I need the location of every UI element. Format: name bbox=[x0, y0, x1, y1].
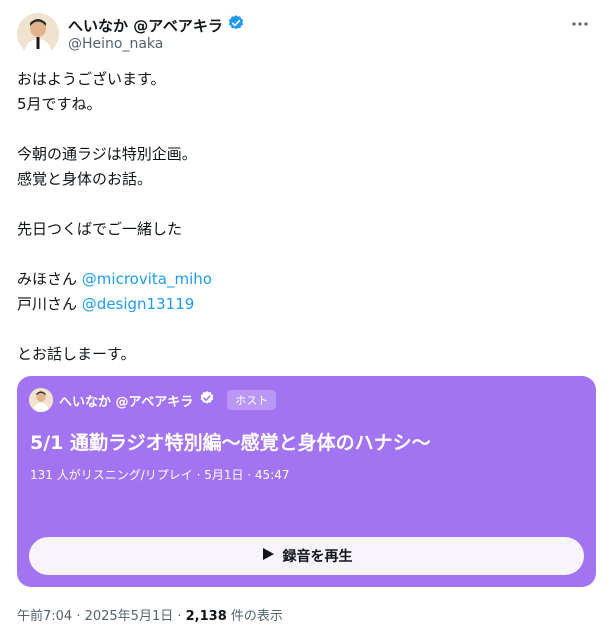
view-count: 2,138 bbox=[185, 609, 227, 624]
mention-link[interactable]: @design13119 bbox=[82, 295, 194, 313]
body-line-blank bbox=[17, 192, 587, 217]
body-line-blank bbox=[17, 117, 587, 142]
author-avatar[interactable] bbox=[17, 13, 59, 55]
space-card[interactable]: へいなか @アベアキラ ホスト 5/1 通勤ラジオ特別編〜感覚と身体のハナシ〜 … bbox=[17, 376, 596, 587]
tweet-timestamp[interactable]: 午前7:04 · 2025年5月1日 · bbox=[17, 609, 186, 624]
play-recording-label: 録音を再生 bbox=[282, 549, 353, 565]
author-handle[interactable]: @Heino_naka bbox=[68, 36, 163, 52]
body-line: とお話しまーす。 bbox=[17, 345, 136, 363]
play-recording-button[interactable]: 録音を再生 bbox=[29, 537, 584, 575]
space-title: 5/1 通勤ラジオ特別編〜感覚と身体のハナシ〜 bbox=[30, 432, 431, 454]
host-name: へいなか @アベアキラ bbox=[59, 394, 194, 410]
body-line-mention: 戸川さん @design13119 bbox=[17, 292, 587, 317]
author-display-name[interactable]: へいなか @アベアキラ bbox=[68, 15, 223, 36]
body-text: みほさん bbox=[17, 270, 78, 288]
body-line: 感覚と身体のお話。 bbox=[17, 170, 153, 188]
tweet-body: おはようございます。 5月ですね。 今朝の通ラジは特別企画。 感覚と身体のお話。… bbox=[17, 67, 587, 367]
more-dots-icon[interactable] bbox=[568, 12, 592, 36]
body-line: 5月ですね。 bbox=[17, 95, 102, 113]
mention-link[interactable]: @microvita_miho bbox=[82, 270, 212, 288]
tweet: へいなか @アベアキラ @Heino_naka おはようございます。 5月ですね… bbox=[0, 0, 612, 630]
body-line-blank bbox=[17, 242, 587, 267]
body-line-blank bbox=[17, 317, 587, 342]
body-line: おはようございます。 bbox=[17, 70, 166, 88]
verified-badge-icon bbox=[227, 14, 245, 36]
play-icon bbox=[261, 547, 275, 565]
view-count-label: 件の表示 bbox=[226, 609, 283, 624]
author-name-row: へいなか @アベアキラ bbox=[68, 14, 245, 36]
space-host-row: へいなか @アベアキラ ホスト bbox=[29, 388, 277, 412]
host-avatar bbox=[29, 388, 53, 412]
body-line: 先日つくばでご一緒した bbox=[17, 220, 183, 238]
body-line: 今朝の通ラジは特別企画。 bbox=[17, 145, 197, 163]
body-text: 戸川さん bbox=[17, 295, 78, 313]
verified-badge-icon bbox=[199, 390, 215, 410]
body-line-mention: みほさん @microvita_miho bbox=[17, 267, 587, 292]
space-meta: 131 人がリスニング/リプレイ · 5月1日 · 45:47 bbox=[30, 468, 290, 482]
host-badge: ホスト bbox=[227, 390, 277, 410]
tweet-footer: 午前7:04 · 2025年5月1日 · 2,138 件の表示 bbox=[17, 605, 283, 624]
